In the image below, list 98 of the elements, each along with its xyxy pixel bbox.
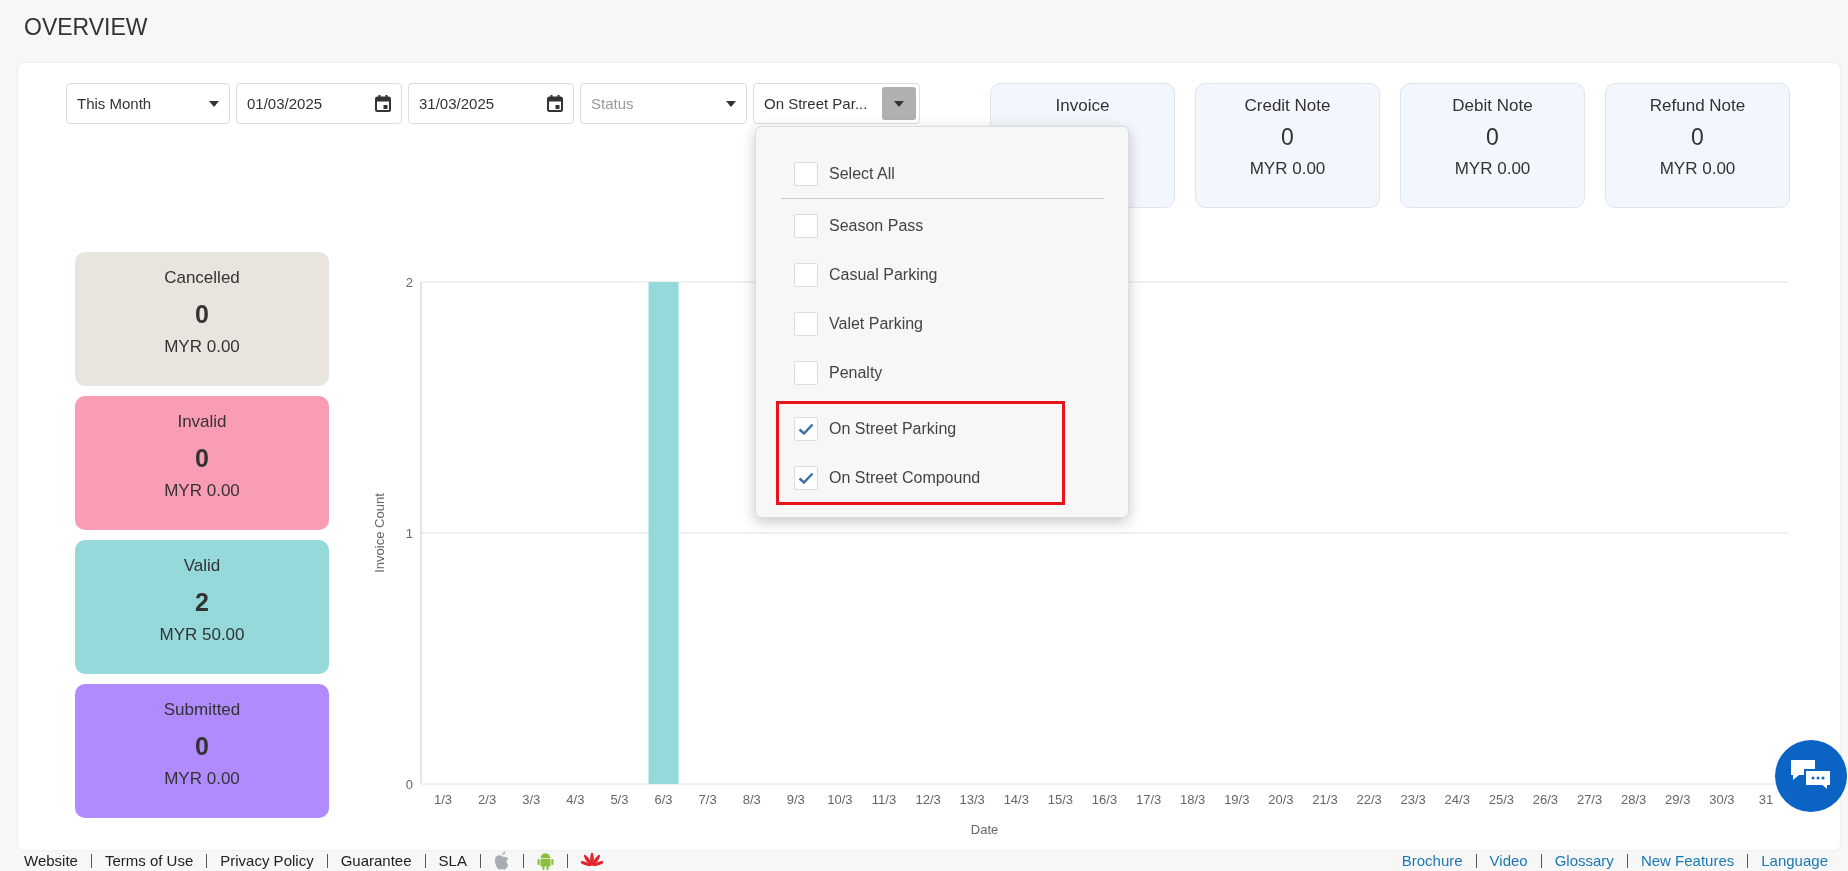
tick-label: 14/3 bbox=[1003, 792, 1029, 807]
tick-label: 31 bbox=[1758, 792, 1774, 807]
tick-label: 18/3 bbox=[1180, 792, 1206, 807]
checkbox[interactable] bbox=[794, 416, 818, 441]
caret-icon bbox=[726, 100, 736, 107]
tick-label: 3/3 bbox=[522, 792, 541, 807]
tick-label: 27/3 bbox=[1576, 792, 1603, 807]
footer-link[interactable]: Glossary bbox=[1554, 852, 1614, 869]
tick-label: 21/3 bbox=[1312, 792, 1338, 807]
tick-label: 15/3 bbox=[1047, 792, 1074, 807]
tick-label: 6/3 bbox=[654, 792, 673, 807]
tick-label: 22/3 bbox=[1356, 792, 1382, 807]
option-label[interactable]: On Street Compound bbox=[829, 468, 981, 487]
option-label[interactable]: On Street Parking bbox=[829, 419, 957, 438]
tick-label: 2 bbox=[405, 275, 413, 290]
footer-link[interactable]: New Features bbox=[1640, 852, 1735, 869]
tick-label: 17/3 bbox=[1135, 792, 1162, 807]
card-amount: MYR 0.00 bbox=[1249, 159, 1326, 179]
footer-link[interactable]: Terms of Use bbox=[104, 852, 194, 869]
checkbox[interactable] bbox=[794, 161, 818, 186]
footer-link[interactable]: Privacy Policy bbox=[220, 852, 314, 869]
check-icon bbox=[798, 471, 814, 484]
card-count: 0 bbox=[1691, 124, 1704, 151]
tick-label: 9/3 bbox=[786, 792, 805, 807]
card-amount: MYR 0.00 bbox=[164, 337, 240, 357]
option-label[interactable]: Season Pass bbox=[829, 216, 924, 235]
card-title: Debit Note bbox=[1452, 96, 1533, 116]
card-title: Refund Note bbox=[1649, 96, 1746, 116]
card-amount: MYR 50.00 bbox=[159, 625, 245, 645]
caret-icon bbox=[209, 100, 219, 107]
check-icon bbox=[798, 422, 814, 435]
card-title: Submitted bbox=[163, 700, 241, 720]
tick-label: 30/3 bbox=[1709, 792, 1735, 807]
tick-label: 1/3 bbox=[434, 792, 453, 807]
footer-link[interactable]: Language bbox=[1761, 852, 1828, 869]
axis-title: Date bbox=[970, 822, 999, 837]
tick-label: 23/3 bbox=[1400, 792, 1426, 807]
end-date-field[interactable]: 31/03/2025 bbox=[408, 83, 574, 124]
tick-label: 24/3 bbox=[1444, 792, 1470, 807]
checkbox[interactable] bbox=[794, 465, 818, 490]
card-count: 0 bbox=[195, 732, 209, 761]
tick-label: 8/3 bbox=[742, 792, 761, 807]
start-date-field[interactable]: 01/03/2025 bbox=[236, 83, 402, 124]
option-label[interactable]: Casual Parking bbox=[829, 265, 938, 284]
tick-label: 11/3 bbox=[871, 792, 897, 807]
card-amount: MYR 0.00 bbox=[164, 769, 240, 789]
card-title: Invoice bbox=[1055, 96, 1110, 116]
category-multiselect[interactable]: On Street Par... bbox=[753, 83, 920, 124]
footer-link[interactable]: Brochure bbox=[1401, 852, 1463, 869]
axis-title: Invoice Count bbox=[372, 493, 387, 573]
dropdown-toggle[interactable] bbox=[882, 87, 916, 120]
tick-label: 19/3 bbox=[1224, 792, 1250, 807]
caret-icon bbox=[894, 100, 904, 107]
card-title: Cancelled bbox=[164, 268, 240, 288]
tick-label: 7/3 bbox=[698, 792, 717, 807]
tick-label: 20/3 bbox=[1268, 792, 1294, 807]
option-label[interactable]: Valet Parking bbox=[829, 314, 923, 333]
footer-link[interactable]: Website bbox=[24, 852, 78, 869]
calendar-icon bbox=[375, 95, 391, 112]
card-amount: MYR 0.00 bbox=[164, 481, 240, 501]
tick-label: 2/3 bbox=[478, 792, 497, 807]
tick-label: 12/3 bbox=[915, 792, 941, 807]
card-title: Invalid bbox=[177, 412, 227, 432]
card-count: 0 bbox=[1486, 124, 1499, 151]
option-label[interactable]: Penalty bbox=[829, 363, 883, 382]
tick-label: 10/3 bbox=[827, 792, 853, 807]
checkbox[interactable] bbox=[794, 213, 818, 238]
tick-label: 16/3 bbox=[1091, 792, 1118, 807]
tick-label: 5/3 bbox=[610, 792, 629, 807]
tick-label: 13/3 bbox=[959, 792, 985, 807]
calendar-icon bbox=[547, 95, 563, 112]
card-count: 2 bbox=[195, 588, 209, 617]
page-title: OVERVIEW bbox=[24, 14, 148, 41]
checkbox[interactable] bbox=[794, 360, 818, 385]
card-count: 0 bbox=[195, 300, 209, 329]
tick-label: 25/3 bbox=[1488, 792, 1515, 807]
footer-link[interactable]: SLA bbox=[438, 852, 467, 869]
tick-label: 28/3 bbox=[1621, 792, 1647, 807]
tick-label: 29/3 bbox=[1665, 792, 1691, 807]
checkbox[interactable] bbox=[794, 311, 818, 336]
tick-label: 1 bbox=[405, 526, 413, 541]
footer-link[interactable]: Video bbox=[1489, 852, 1528, 869]
card-count: 0 bbox=[195, 444, 209, 473]
checkbox[interactable] bbox=[794, 262, 818, 287]
tick-label: 4/3 bbox=[566, 792, 585, 807]
apple-icon[interactable] bbox=[493, 851, 510, 870]
tick-label: 26/3 bbox=[1532, 792, 1559, 807]
card-title: Valid bbox=[183, 556, 221, 576]
robot-icon[interactable] bbox=[536, 851, 554, 870]
period-dropdown[interactable]: This Month bbox=[66, 83, 230, 124]
footer-link[interactable]: Guarantee bbox=[340, 852, 412, 869]
card-amount: MYR 0.00 bbox=[1659, 159, 1736, 179]
card-title: Credit Note bbox=[1244, 96, 1331, 116]
card-amount: MYR 0.00 bbox=[1454, 159, 1531, 179]
flower-icon[interactable] bbox=[580, 852, 603, 869]
tick-label: 0 bbox=[405, 777, 413, 792]
option-label[interactable]: Select All bbox=[829, 164, 895, 183]
card-count: 0 bbox=[1281, 124, 1294, 151]
